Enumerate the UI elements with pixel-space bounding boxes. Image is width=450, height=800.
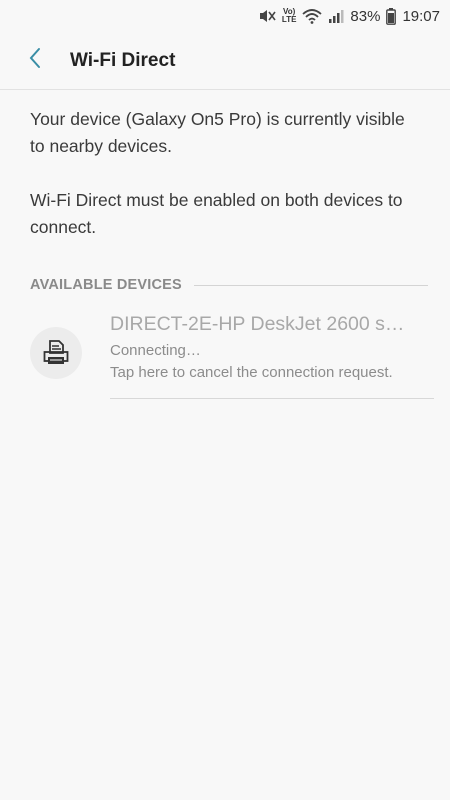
app-bar: Wi-Fi Direct	[0, 32, 450, 90]
visibility-text: Your device (Galaxy On5 Pro) is currentl…	[30, 109, 405, 156]
wifi-icon	[302, 8, 323, 24]
lte-label: LTE	[281, 15, 297, 24]
volte-lte-icon: Vo) LTE	[282, 8, 297, 24]
section-label: AVAILABLE DEVICES	[30, 277, 182, 293]
signal-icon	[328, 8, 344, 24]
section-divider	[193, 284, 428, 286]
clock: 19:07	[402, 7, 440, 25]
device-hint: Tap here to cancel the connection reques…	[110, 364, 393, 381]
device-status: Connecting…	[110, 342, 201, 359]
device-name: DIRECT-2E-HP DeskJet 2600 seri..	[110, 313, 414, 335]
description: Your device (Galaxy On5 Pro) is currentl…	[0, 90, 450, 241]
device-text: DIRECT-2E-HP DeskJet 2600 seri.. Connect…	[110, 311, 434, 399]
battery-icon	[386, 7, 397, 25]
battery-percent: 83%	[350, 7, 381, 25]
status-bar: Vo) LTE 83% 19:07	[0, 0, 450, 32]
back-chevron-icon	[28, 47, 42, 74]
device-list-item[interactable]: DIRECT-2E-HP DeskJet 2600 seri.. Connect…	[0, 311, 450, 399]
page-title: Wi-Fi Direct	[70, 49, 176, 71]
printer-icon	[30, 327, 82, 379]
mute-icon	[258, 8, 276, 24]
requirement-text: Wi-Fi Direct must be enabled on both dev…	[30, 190, 403, 237]
back-button[interactable]	[0, 32, 70, 90]
available-devices-header: AVAILABLE DEVICES	[0, 277, 450, 293]
